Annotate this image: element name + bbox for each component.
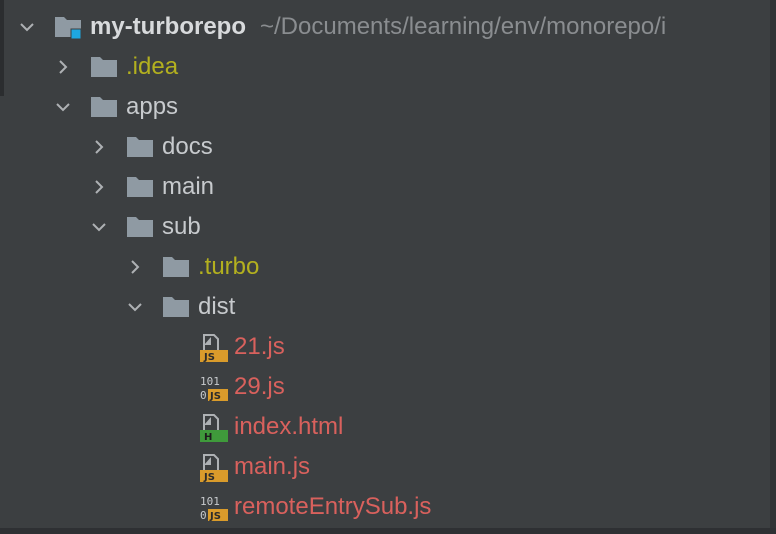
svg-text:JS: JS	[203, 352, 215, 363]
file-label: remoteEntrySub.js	[234, 493, 432, 520]
chevron-right-icon[interactable]	[90, 138, 108, 156]
folder-label: apps	[126, 93, 179, 120]
svg-text:JS: JS	[209, 511, 221, 522]
tree-row-file[interactable]: 101 0 JS 29.js	[0, 367, 776, 407]
chevron-right-icon[interactable]	[90, 178, 108, 196]
folder-icon	[126, 134, 154, 160]
binary-javascript-file-icon: 101 0 JS	[198, 491, 230, 523]
chevron-down-icon[interactable]	[54, 98, 72, 116]
file-label: main.js	[234, 453, 311, 480]
svg-text:0: 0	[200, 509, 207, 522]
folder-label: .idea	[126, 53, 179, 80]
tree-row-file[interactable]: 101 0 JS remoteEntrySub.js	[0, 487, 776, 527]
project-tool-window: my-turborepo ~/Documents/learning/env/mo…	[0, 0, 776, 534]
module-folder-icon	[54, 14, 82, 40]
html-file-icon: H	[198, 411, 230, 443]
tree-row-folder[interactable]: main	[0, 167, 776, 207]
chevron-down-icon[interactable]	[18, 18, 36, 36]
javascript-file-icon: JS	[198, 331, 230, 363]
root-project-path: ~/Documents/learning/env/monorepo/i	[260, 13, 667, 40]
root-project-name: my-turborepo	[90, 13, 246, 40]
svg-text:JS: JS	[209, 391, 221, 402]
folder-label: docs	[162, 133, 213, 160]
file-label: 29.js	[234, 373, 285, 400]
javascript-file-icon: JS	[198, 451, 230, 483]
svg-text:H: H	[204, 432, 212, 443]
tree-row-folder[interactable]: apps	[0, 87, 776, 127]
tree-row-folder[interactable]: sub	[0, 207, 776, 247]
chevron-right-icon[interactable]	[126, 258, 144, 276]
tree-row-file[interactable]: JS main.js	[0, 447, 776, 487]
folder-icon	[162, 254, 190, 280]
folder-icon	[126, 174, 154, 200]
folder-icon	[162, 294, 190, 320]
tree-row-folder[interactable]: .turbo	[0, 247, 776, 287]
folder-label: sub	[162, 213, 201, 240]
file-label: 21.js	[234, 333, 285, 360]
folder-label: dist	[198, 293, 236, 320]
chevron-down-icon[interactable]	[90, 218, 108, 236]
tree-row-file[interactable]: JS 21.js	[0, 327, 776, 367]
svg-text:101: 101	[200, 495, 220, 508]
svg-text:101: 101	[200, 375, 220, 388]
chevron-right-icon[interactable]	[54, 58, 72, 76]
binary-javascript-file-icon: 101 0 JS	[198, 371, 230, 403]
tree-row-root[interactable]: my-turborepo ~/Documents/learning/env/mo…	[0, 7, 776, 47]
tree-row-folder[interactable]: .idea	[0, 47, 776, 87]
folder-label: main	[162, 173, 215, 200]
tree-row-folder[interactable]: docs	[0, 127, 776, 167]
tree-row-file[interactable]: H index.html	[0, 407, 776, 447]
svg-text:0: 0	[200, 389, 207, 402]
chevron-down-icon[interactable]	[126, 298, 144, 316]
folder-icon	[126, 214, 154, 240]
horizontal-scrollbar-track[interactable]	[0, 528, 776, 534]
svg-text:JS: JS	[203, 472, 215, 483]
tree-row-folder[interactable]: dist	[0, 287, 776, 327]
folder-label: .turbo	[198, 253, 260, 280]
folder-icon	[90, 54, 118, 80]
folder-icon	[90, 94, 118, 120]
file-label: index.html	[234, 413, 344, 440]
